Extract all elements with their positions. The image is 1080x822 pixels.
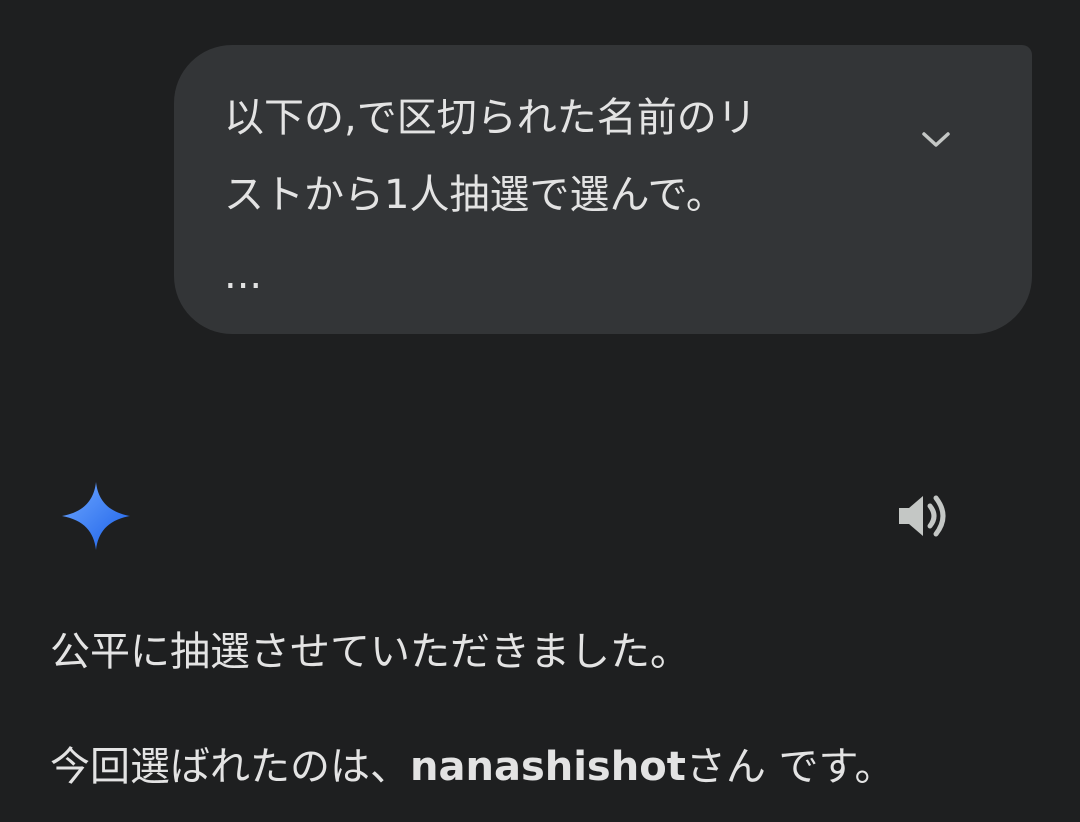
response-line-1: 公平に抽選させていただきました。: [50, 629, 690, 675]
chat-conversation: 以下の,で区切られた名前のリ ストから1人抽選で選んで。 ... 公平に抽選させ…: [0, 0, 1080, 822]
user-message-bubble: 以下の,で区切られた名前のリ ストから1人抽選で選んで。 ...: [174, 45, 1032, 334]
sparkle-icon: [62, 482, 130, 550]
user-message-line-1: 以下の,で区切られた名前のリ: [224, 95, 757, 141]
selected-name: nanashishot: [410, 744, 686, 790]
response-line-2: 今回選ばれたのは、nanashishotさん です。: [50, 742, 895, 792]
response-line-2-suffix: さん です。: [685, 744, 895, 790]
expand-message-button[interactable]: [916, 120, 956, 160]
response-line-2-prefix: 今回選ばれたのは、: [50, 744, 410, 790]
volume-icon: [899, 495, 946, 537]
user-message-ellipsis: ...: [224, 252, 263, 298]
read-aloud-button[interactable]: [890, 488, 956, 544]
user-message-line-2: ストから1人抽選で選んで。: [224, 172, 726, 218]
chevron-down-icon: [922, 132, 950, 147]
